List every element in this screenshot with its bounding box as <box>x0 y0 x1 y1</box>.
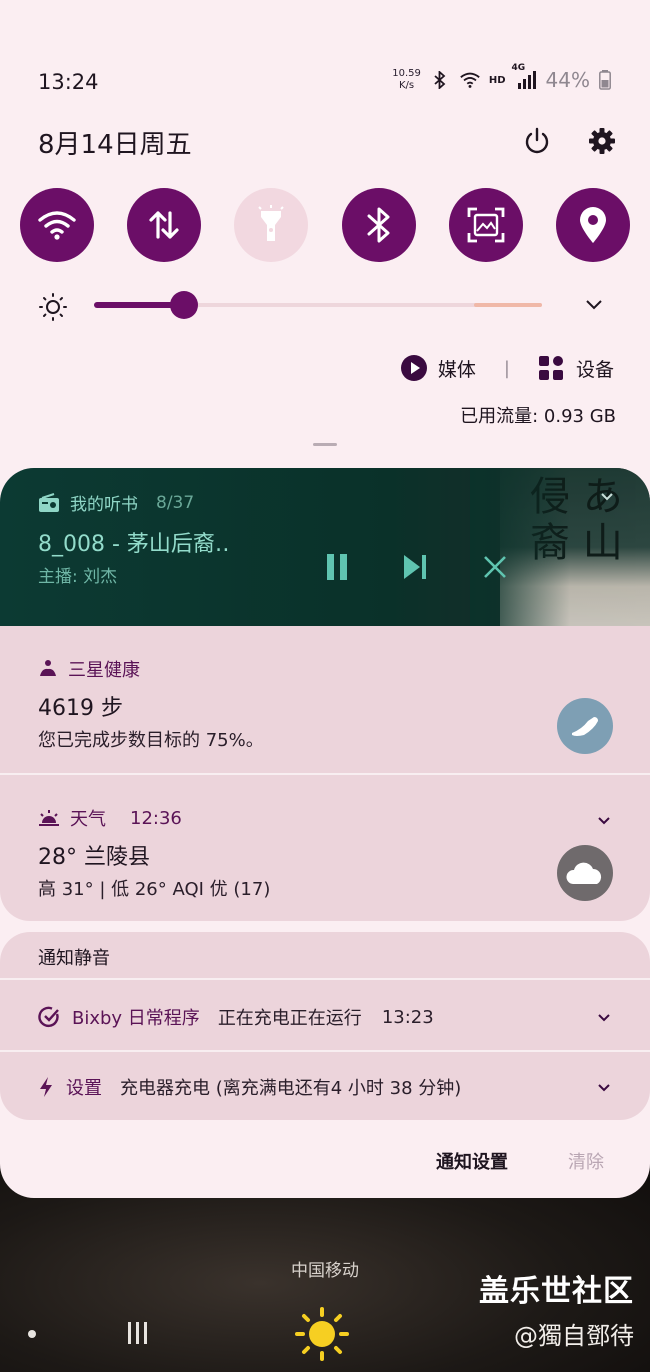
status-icons: 10.59 K/s HD 4G 44% <box>392 63 612 92</box>
battery-percent: 44% <box>545 68 590 92</box>
pause-button[interactable] <box>320 550 354 584</box>
chevron-down-icon[interactable] <box>596 1080 612 1096</box>
media-player-card[interactable]: 侵 あ裔 山 我的听书 8/37 8_008 - 茅山后裔‥ 主播: 刘杰 <box>0 468 650 626</box>
net-speed: 10.59 K/s <box>392 68 421 91</box>
notification-text: 正在充电正在运行 <box>217 1008 362 1029</box>
sun-icon <box>295 1307 349 1361</box>
hd-badge: HD <box>488 74 506 86</box>
settings-button[interactable] <box>585 124 619 158</box>
recent-apps-button[interactable] <box>128 1322 147 1344</box>
wifi-icon <box>38 211 76 240</box>
location-pin-icon <box>579 207 606 243</box>
chevron-down-icon[interactable] <box>596 813 612 829</box>
notification-weather[interactable]: 天气 12:36 28° 兰陵县 高 31° | 低 26° AQI 优 (17… <box>0 775 650 921</box>
next-track-button[interactable] <box>398 550 432 584</box>
sunrise-icon <box>39 810 59 826</box>
brightness-slider[interactable] <box>94 291 542 319</box>
close-icon <box>484 556 506 578</box>
expand-chevron-icon[interactable] <box>584 298 604 312</box>
panel-drag-handle[interactable] <box>313 443 337 446</box>
notification-bixby[interactable]: Bixby 日常程序 正在充电正在运行 13:23 <box>38 1004 434 1030</box>
notification-time: 13:23 <box>381 1006 434 1028</box>
chevron-down-icon[interactable] <box>600 492 614 502</box>
notification-app-name: Bixby 日常程序 <box>72 1008 200 1029</box>
health-icon <box>40 660 56 676</box>
wifi-status-icon <box>459 69 481 91</box>
gear-icon <box>589 128 615 154</box>
devices-button[interactable]: 设备 <box>576 355 614 382</box>
bluetooth-icon <box>367 207 390 243</box>
notification-app-header: 三星健康 <box>38 656 140 682</box>
qs-flashlight-toggle[interactable] <box>234 188 309 262</box>
data-usage-label: 已用流量: 0.93 GB <box>460 406 616 427</box>
chevron-down-icon[interactable] <box>596 1010 612 1026</box>
check-circle-icon <box>38 1006 59 1028</box>
qs-location-toggle[interactable] <box>555 188 630 262</box>
watermark-title: 盖乐世社区 <box>479 1274 634 1309</box>
cloud-icon <box>557 845 613 901</box>
power-button[interactable] <box>520 124 554 158</box>
silent-header: 通知静音 <box>38 948 110 969</box>
power-icon <box>525 127 549 154</box>
brightness-track-end <box>474 303 542 307</box>
qs-wifi-toggle[interactable] <box>20 188 94 262</box>
brightness-row <box>38 288 618 322</box>
qs-screenshot-toggle[interactable] <box>448 188 523 262</box>
battery-icon <box>598 69 612 91</box>
screenshot-icon <box>467 207 505 243</box>
media-output-row: 媒体 | 设备 <box>400 354 614 382</box>
media-app-header: 我的听书 8/37 <box>38 490 194 515</box>
brightness-sun-icon <box>39 293 67 321</box>
notification-app-name: 设置 <box>66 1078 102 1099</box>
radio-icon <box>39 492 59 512</box>
nav-dot[interactable] <box>28 1330 36 1338</box>
data-transfer-icon <box>149 211 179 239</box>
play-circle-icon[interactable] <box>400 354 428 382</box>
notification-title: 4619 步 <box>38 696 123 721</box>
media-app-name: 我的听书 <box>70 495 138 515</box>
flashlight-icon <box>258 205 285 241</box>
skip-next-icon <box>404 555 426 579</box>
notification-time: 12:36 <box>130 807 182 829</box>
track-subtitle: 主播: 刘杰 <box>38 567 118 587</box>
bluetooth-status-icon <box>429 69 451 91</box>
notification-title: 28° 兰陵县 <box>38 845 150 870</box>
quick-settings-row <box>20 188 630 262</box>
pause-icon <box>327 554 347 580</box>
notification-settings-button[interactable]: 通知设置 <box>436 1148 508 1174</box>
signal-icon: 4G <box>512 63 538 91</box>
silent-notifications-group: 通知静音 Bixby 日常程序 正在充电正在运行 13:23 设置 充电器充电 … <box>0 932 650 1120</box>
close-media-button[interactable] <box>478 550 512 584</box>
notification-actions: 通知设置 清除 <box>436 1148 604 1174</box>
brightness-thumb[interactable] <box>169 291 198 319</box>
devices-grid-icon[interactable] <box>538 355 564 381</box>
notification-text: 高 31° | 低 26° AQI 优 (17) <box>38 879 271 900</box>
clear-button[interactable]: 清除 <box>568 1148 604 1174</box>
qs-bluetooth-toggle[interactable] <box>341 188 416 262</box>
notification-charging[interactable]: 设置 充电器充电 (离充满电还有4 小时 38 分钟) <box>38 1074 461 1100</box>
date-label: 8月14日周五 <box>38 130 192 160</box>
watermark-author: @獨自鄧待 <box>514 1322 634 1350</box>
separator: | <box>503 357 510 379</box>
notification-text: 充电器充电 (离充满电还有4 小时 38 分钟) <box>120 1078 462 1099</box>
status-time: 13:24 <box>38 70 99 94</box>
shoe-icon <box>557 698 613 754</box>
media-button[interactable]: 媒体 <box>438 355 476 382</box>
track-count: 8/37 <box>156 492 195 513</box>
qs-mobile-data-toggle[interactable] <box>127 188 202 262</box>
notification-app-header: 天气 12:36 <box>38 805 182 831</box>
notification-text: 您已完成步数目标的 75%。 <box>38 730 264 751</box>
track-title: 8_008 - 茅山后裔‥ <box>38 532 230 557</box>
bolt-icon <box>40 1077 52 1097</box>
notification-app-name: 天气 <box>70 809 106 830</box>
notification-app-name: 三星健康 <box>68 660 140 681</box>
notification-panel: 13:24 10.59 K/s HD 4G 44% 8月14日周五 媒体 | 设… <box>0 0 650 1198</box>
notification-health[interactable]: 三星健康 4619 步 您已完成步数目标的 75%。 <box>0 626 650 774</box>
